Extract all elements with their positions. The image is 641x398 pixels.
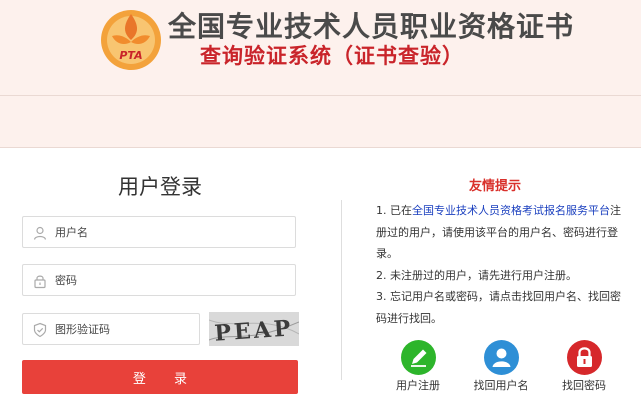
user-outline-icon [33,226,47,240]
recover-password-action[interactable]: 找回密码 [544,340,624,393]
page-title: 全国专业技术人员职业资格证书 [168,10,575,43]
tip-item-1: 1. 已在全国专业技术人员资格考试报名服务平台注册过的用户，请使用该平台的用户名… [376,200,624,265]
captcha-field[interactable] [22,313,200,345]
recover-username-action[interactable]: 找回用户名 [461,340,541,393]
svg-text:PTA: PTA [119,49,142,62]
registration-platform-link[interactable]: 全国专业技术人员资格考试报名服务平台 [412,204,610,217]
password-input[interactable] [55,265,285,295]
captcha-image[interactable]: PEAP [209,312,299,346]
captcha-graphic: PEAP [209,312,299,346]
shield-check-icon [33,322,47,338]
lock-outline-icon [34,275,46,289]
username-field[interactable] [22,216,296,248]
captcha-input[interactable] [55,314,195,344]
recover-username-label[interactable]: 找回用户名 [461,377,541,393]
username-input[interactable] [55,217,285,247]
pta-logo: PTA [101,10,161,70]
register-action[interactable]: 用户注册 [378,340,458,393]
tips-list: 1. 已在全国专业技术人员资格考试报名服务平台注册过的用户，请使用该平台的用户名… [376,200,624,329]
header-divider [0,95,641,96]
page-header: PTA 全国专业技术人员职业资格证书 查询验证系统（证书查验） [0,0,641,147]
header-bottom-border [0,147,641,148]
tip-item-3: 3. 忘记用户名或密码，请点击找回用户名、找回密码进行找回。 [376,290,621,325]
tip-1-prefix: 1. 已在 [376,204,412,217]
lock-icon[interactable] [566,340,602,375]
user-icon[interactable] [483,340,519,375]
login-button[interactable]: 登 录 [22,360,298,394]
captcha-text: PEAP [214,315,295,346]
vertical-divider [341,200,342,380]
login-title: 用户登录 [118,175,202,199]
register-label[interactable]: 用户注册 [378,377,458,393]
recover-password-label[interactable]: 找回密码 [544,377,624,393]
tip-item-2: 2. 未注册过的用户，请先进行用户注册。 [376,268,577,282]
tips-title: 友情提示 [468,179,521,194]
page-subtitle: 查询验证系统（证书查验） [200,44,464,68]
password-field[interactable] [22,264,296,296]
pencil-icon[interactable] [400,340,436,375]
